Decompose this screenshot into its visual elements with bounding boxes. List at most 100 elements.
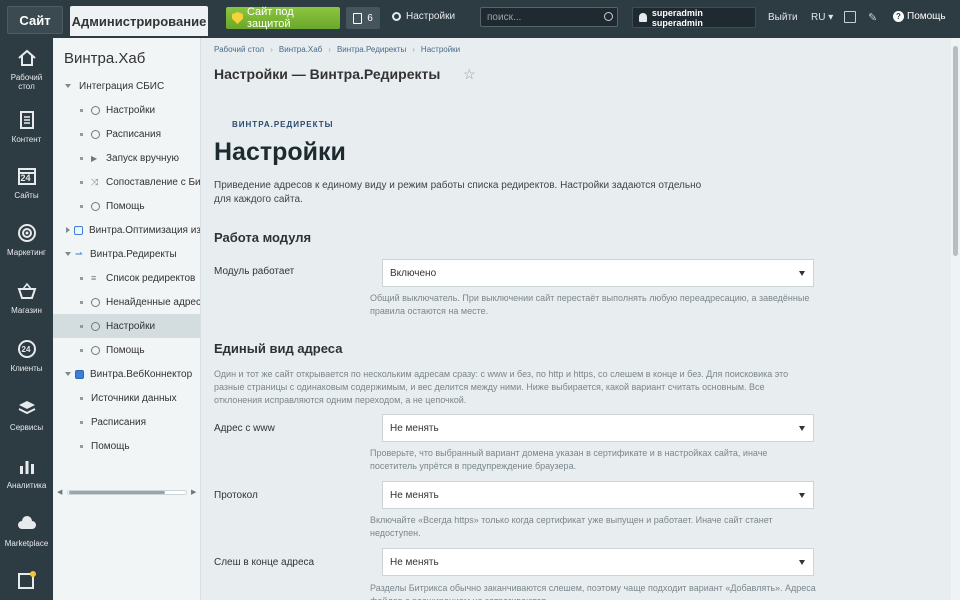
scroll-right-icon[interactable]: ▶: [191, 488, 196, 496]
expand-arrow-icon[interactable]: [65, 252, 71, 256]
menu-clients[interactable]: 24 Клиенты: [0, 339, 53, 373]
logout-link[interactable]: Выйти: [768, 12, 798, 23]
user-menu-button[interactable]: superadmin superadmin: [632, 7, 756, 28]
tree-node-redirect-list[interactable]: ≡ Список редиректов: [53, 266, 200, 290]
menu-marketplace[interactable]: Marketplace: [0, 514, 53, 548]
www-value: Не менять: [390, 423, 439, 434]
menu-sites[interactable]: 24 Сайты: [0, 166, 53, 200]
tree-node-wc-schedules[interactable]: Расписания: [53, 410, 200, 434]
page-vertical-scrollbar[interactable]: [951, 38, 960, 600]
search-placeholder: поиск...: [487, 12, 522, 23]
tree-node-sbis-mapping[interactable]: ⤨ Сопоставление с Битри: [53, 170, 200, 194]
slash-select[interactable]: Не менять: [382, 548, 814, 576]
bullet-icon: [80, 324, 83, 328]
tree-node-label: Винтра.Редиректы: [90, 248, 177, 260]
module-enabled-select[interactable]: Включено: [382, 259, 814, 287]
settings-link[interactable]: Настройки: [392, 11, 455, 22]
module-enabled-value: Включено: [390, 268, 437, 279]
tree-node-redirect-help[interactable]: Помощь: [53, 338, 200, 362]
tree-node-wc-help[interactable]: Помощь: [53, 434, 200, 458]
help-link[interactable]: ? Помощь: [893, 11, 946, 22]
www-hint: Проверьте, что выбранный вариант домена …: [370, 448, 768, 471]
tree-node-redirects[interactable]: ⇀ Винтра.Редиректы: [53, 242, 200, 266]
tree-node-sbis-help[interactable]: Помощь: [53, 194, 200, 218]
slash-hint: Разделы Битрикса обычно заканчиваются сл…: [370, 583, 816, 600]
menu-analytics[interactable]: Аналитика: [0, 456, 53, 490]
favorite-star-icon[interactable]: ☆: [463, 66, 476, 83]
clients-icon: 24: [17, 339, 37, 359]
layers-icon: [17, 398, 37, 418]
tree-node-label: Список редиректов: [106, 272, 196, 284]
user-name: superadmin superadmin: [651, 7, 703, 28]
menu-marketing[interactable]: Маркетинг: [0, 223, 53, 257]
menu-analytics-label: Аналитика: [6, 481, 47, 490]
settings-icon: [91, 321, 100, 331]
tree-node-label: Источники данных: [91, 392, 177, 404]
notification-icon: [353, 12, 363, 24]
pin-icon[interactable]: ✎: [868, 11, 880, 24]
chart-icon: [17, 456, 37, 476]
expand-arrow-icon[interactable]: [65, 372, 71, 376]
menu-desktop-label1: Рабочий: [10, 73, 43, 82]
expand-arrow-icon[interactable]: [66, 227, 70, 233]
image-icon: [74, 225, 83, 235]
bullet-icon: [80, 420, 83, 424]
tree-node-image-optimization[interactable]: Винтра.Оптимизация изоб: [53, 218, 201, 242]
search-icon[interactable]: [604, 12, 613, 21]
breadcrumb-item[interactable]: Винтра.Хаб: [279, 45, 322, 54]
menu-services[interactable]: Сервисы: [0, 398, 53, 432]
menu-desktop[interactable]: Рабочий стол: [0, 48, 53, 91]
menu-services-label: Сервисы: [9, 423, 44, 432]
bullet-icon: [80, 156, 83, 160]
expand-arrow-icon[interactable]: [65, 84, 71, 88]
scroll-thumb[interactable]: [69, 491, 165, 494]
chevron-down-icon: [799, 426, 805, 431]
target-icon: [17, 223, 37, 243]
breadcrumb-item[interactable]: Винтра.Редиректы: [337, 45, 406, 54]
site-protected-button[interactable]: Сайт под защитой: [226, 6, 340, 30]
settings-label: Настройки: [406, 11, 456, 22]
page-scroll-thumb[interactable]: [953, 46, 958, 256]
menu-extra[interactable]: [0, 570, 53, 595]
bullet-icon: [80, 300, 83, 304]
www-select[interactable]: Не менять: [382, 414, 814, 442]
protocol-select[interactable]: Не менять: [382, 481, 814, 509]
tree-node-label: Помощь: [91, 440, 130, 452]
scroll-left-icon[interactable]: ◀: [57, 488, 62, 496]
home-icon: [17, 48, 37, 68]
slash-label: Слеш в конце адреса: [214, 557, 315, 568]
tree-horizontal-scrollbar[interactable]: ◀ ▶: [57, 488, 197, 496]
tree-title: Винтра.Хаб: [64, 50, 146, 67]
play-icon: ▶: [91, 153, 98, 163]
menu-marketing-label: Маркетинг: [7, 248, 46, 257]
tree-node-sbis[interactable]: Интеграция СБИС: [53, 74, 200, 98]
lead-text: Приведение адресов к единому виду и режи…: [214, 180, 702, 205]
language-select[interactable]: RU ▾: [811, 12, 833, 23]
language-label: RU: [811, 12, 826, 23]
tree-node-redirect-settings[interactable]: Настройки: [53, 314, 200, 338]
notifications-button[interactable]: 6: [346, 7, 380, 29]
menu-shop[interactable]: Магазин: [0, 281, 53, 315]
site-protected-label: Сайт под защитой: [246, 6, 294, 30]
tree-node-sbis-settings[interactable]: Настройки: [53, 98, 200, 122]
tree-node-label: Винтра.Оптимизация изоб: [89, 224, 201, 236]
menu-content[interactable]: Контент: [0, 110, 53, 144]
tab-site[interactable]: Сайт: [7, 6, 63, 34]
bullet-icon: [80, 396, 83, 400]
tree-node-sbis-schedules[interactable]: Расписания: [53, 122, 200, 146]
menu-sites-label: Сайты: [14, 191, 39, 200]
module-tag: ВИНТРА.РЕДИРЕКТЫ: [232, 120, 334, 129]
help-icon: ?: [893, 11, 904, 22]
sites-badge: 24: [20, 173, 31, 183]
tree-node-webconnector[interactable]: Винтра.ВебКоннектор: [53, 362, 200, 386]
search-input[interactable]: поиск...: [480, 7, 618, 27]
tab-administration[interactable]: Администрирование: [70, 6, 208, 36]
breadcrumb-item[interactable]: Рабочий стол: [214, 45, 264, 54]
panel-settings-icon[interactable]: [844, 11, 856, 23]
tree-node-not-found[interactable]: Ненайденные адреса: [53, 290, 200, 314]
www-label: Адрес с www: [214, 423, 275, 434]
tree-node-data-sources[interactable]: Источники данных: [53, 386, 200, 410]
document-icon: [17, 110, 37, 130]
tree-node-sbis-run[interactable]: ▶ Запуск вручную: [53, 146, 200, 170]
breadcrumb-item[interactable]: Настройки: [421, 45, 460, 54]
